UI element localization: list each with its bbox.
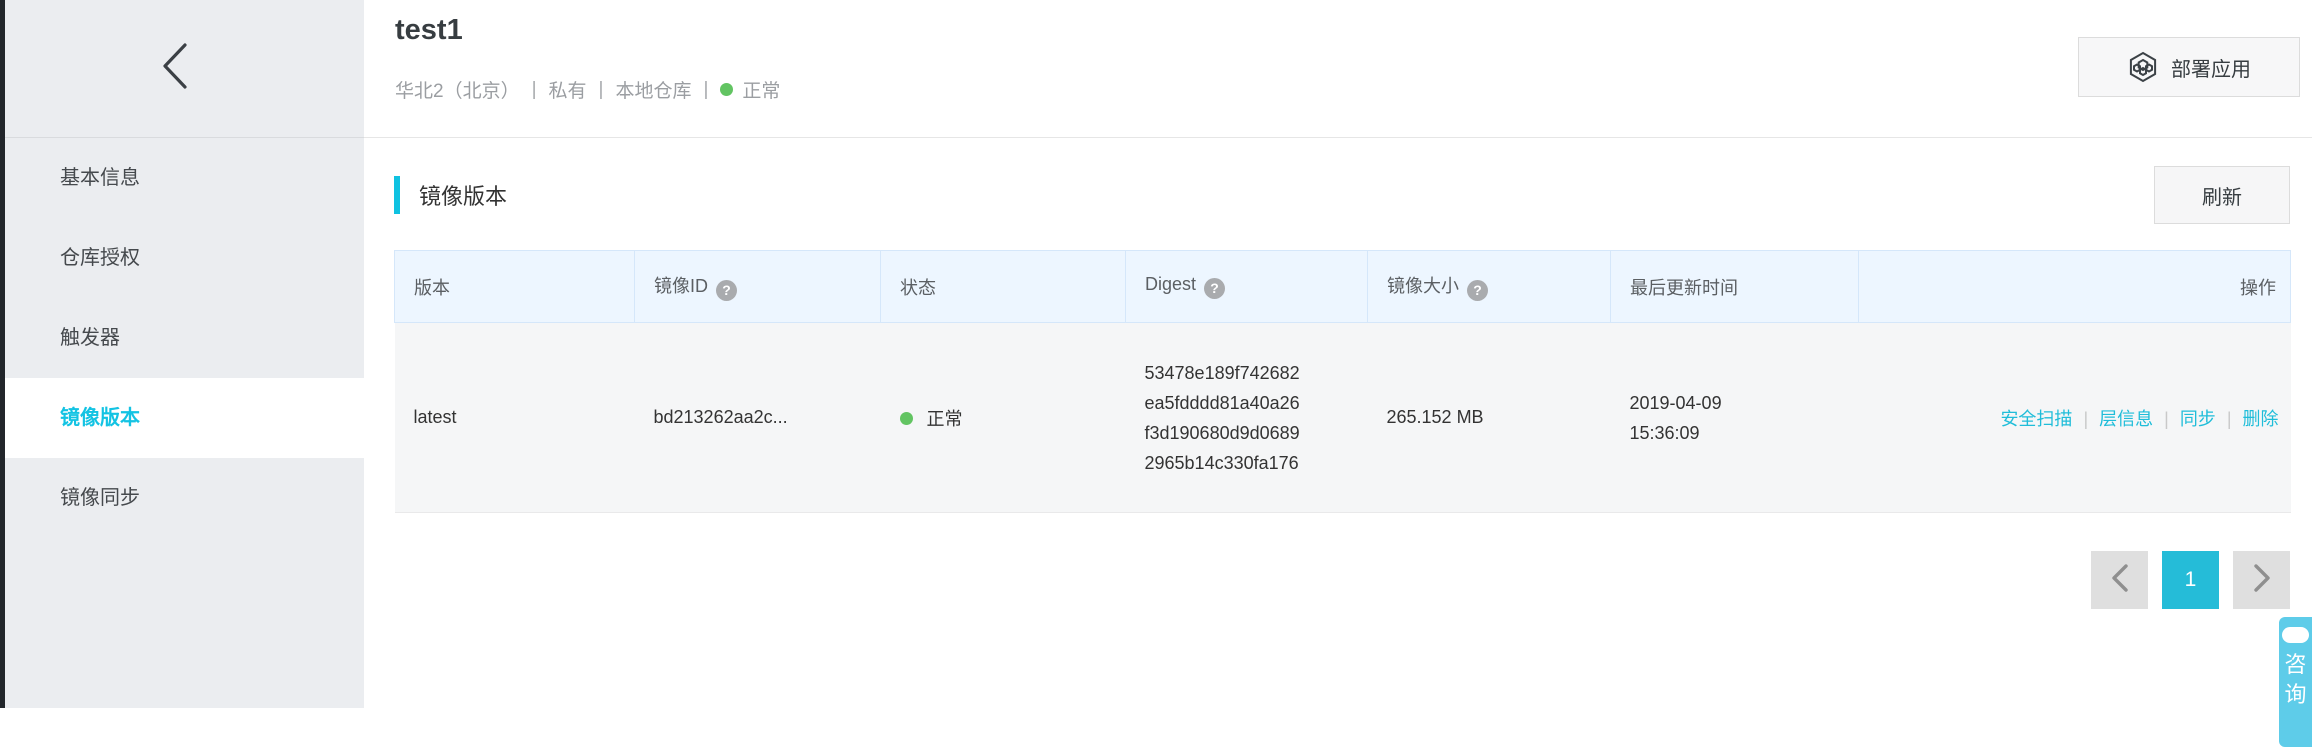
deploy-app-button[interactable]: 部署应用 xyxy=(2078,37,2300,97)
consult-widget[interactable]: 咨 询 xyxy=(2279,617,2312,747)
chevron-left-icon xyxy=(2110,564,2130,597)
back-button[interactable] xyxy=(153,42,197,96)
col-header-version: 版本 xyxy=(395,251,635,323)
row-status-dot-icon xyxy=(900,412,913,425)
section-title-label: 镜像版本 xyxy=(419,179,507,211)
col-header-size: 镜像大小? xyxy=(1368,251,1611,323)
sidebar-menu: 基本信息 仓库授权 触发器 镜像版本 镜像同步 xyxy=(5,138,364,538)
action-layer-info[interactable]: 层信息 xyxy=(2099,409,2153,429)
subtitle-separator: | xyxy=(703,79,708,101)
pagination-next-button[interactable] xyxy=(2233,551,2290,609)
row-status-label: 正常 xyxy=(927,409,963,429)
repo-type-label: 本地仓库 xyxy=(615,76,691,103)
deploy-hexagon-icon xyxy=(2127,51,2159,83)
section-header: 镜像版本 刷新 xyxy=(394,165,2290,225)
digest-line: 2965b14c330fa176 xyxy=(1145,448,1368,478)
sidebar-header xyxy=(5,0,364,138)
pagination: 1 xyxy=(394,551,2290,609)
col-header-actions: 操作 xyxy=(1859,251,2291,323)
cell-updated: 2019-04-09 15:36:09 xyxy=(1611,323,1859,513)
action-security-scan[interactable]: 安全扫描 xyxy=(2000,409,2072,429)
action-delete[interactable]: 删除 xyxy=(2243,409,2279,429)
page-header: test1 华北2（北京） | 私有 | 本地仓库 | 正常 部署应用 xyxy=(364,0,2312,138)
action-separator: | xyxy=(2083,409,2088,429)
image-versions-table: 版本 镜像ID? 状态 Digest? 镜像大小? 最后更新时间 操作 late… xyxy=(394,250,2291,513)
back-chevron-icon xyxy=(162,42,188,95)
updated-date: 2019-04-09 xyxy=(1630,388,1859,418)
sidebar-item-trigger[interactable]: 触发器 xyxy=(5,298,364,378)
section-accent-bar xyxy=(394,176,400,214)
consult-widget-char: 咨 xyxy=(2284,650,2306,680)
col-header-size-label: 镜像大小 xyxy=(1387,276,1459,296)
cell-size: 265.152 MB xyxy=(1368,323,1611,513)
subtitle-separator: | xyxy=(599,79,604,101)
cell-image-id: bd213262aa2c... xyxy=(635,323,881,513)
col-header-digest: Digest? xyxy=(1126,251,1368,323)
sidebar-item-image-versions[interactable]: 镜像版本 xyxy=(5,378,364,458)
sidebar-item-repo-auth[interactable]: 仓库授权 xyxy=(5,218,364,298)
refresh-button[interactable]: 刷新 xyxy=(2154,166,2290,224)
col-header-updated: 最后更新时间 xyxy=(1611,251,1859,323)
status-dot-icon xyxy=(720,83,733,96)
cell-digest: 53478e189f742682 ea5fdddd81a40a26 f3d190… xyxy=(1126,323,1368,513)
col-header-image-id-label: 镜像ID xyxy=(654,276,708,296)
col-header-image-id: 镜像ID? xyxy=(635,251,881,323)
chat-bubble-icon xyxy=(2282,627,2309,643)
size-help-icon[interactable]: ? xyxy=(1467,280,1488,301)
table-row: latest bd213262aa2c... 正常 53478e189f7426… xyxy=(395,323,2291,513)
digest-line: f3d190680d9d0689 xyxy=(1145,418,1368,448)
consult-widget-char: 询 xyxy=(2284,680,2306,710)
table-header-row: 版本 镜像ID? 状态 Digest? 镜像大小? 最后更新时间 操作 xyxy=(395,251,2291,323)
digest-line: ea5fdddd81a40a26 xyxy=(1145,388,1368,418)
subtitle-separator: | xyxy=(532,79,537,101)
cell-status: 正常 xyxy=(881,323,1126,513)
pagination-prev-button[interactable] xyxy=(2091,551,2148,609)
section-title: 镜像版本 xyxy=(394,176,507,214)
main-content: 镜像版本 刷新 版本 镜像ID? 状态 Digest? 镜像大小? 最后更新时间 xyxy=(364,138,2312,708)
region-label: 华北2（北京） xyxy=(395,76,520,103)
col-header-digest-label: Digest xyxy=(1145,274,1196,294)
pagination-page-1[interactable]: 1 xyxy=(2162,551,2219,609)
page-title: test1 xyxy=(395,14,463,47)
chevron-right-icon xyxy=(2252,564,2272,597)
digest-line: 53478e189f742682 xyxy=(1145,358,1368,388)
deploy-app-label: 部署应用 xyxy=(2171,53,2251,82)
action-separator: | xyxy=(2164,409,2169,429)
sidebar-item-basic-info[interactable]: 基本信息 xyxy=(5,138,364,218)
digest-help-icon[interactable]: ? xyxy=(1204,278,1225,299)
action-separator: | xyxy=(2227,409,2232,429)
updated-time: 15:36:09 xyxy=(1630,418,1859,448)
status-label: 正常 xyxy=(742,76,780,103)
visibility-label: 私有 xyxy=(549,76,587,103)
action-sync[interactable]: 同步 xyxy=(2180,409,2216,429)
page-subtitle: 华北2（北京） | 私有 | 本地仓库 | 正常 xyxy=(395,76,780,103)
col-header-status: 状态 xyxy=(881,251,1126,323)
cell-actions: 安全扫描 | 层信息 | 同步 | 删除 xyxy=(1859,323,2291,513)
image-id-help-icon[interactable]: ? xyxy=(716,280,737,301)
cell-version: latest xyxy=(395,323,635,513)
sidebar-item-image-sync[interactable]: 镜像同步 xyxy=(5,458,364,538)
sidebar: 基本信息 仓库授权 触发器 镜像版本 镜像同步 xyxy=(5,0,364,708)
